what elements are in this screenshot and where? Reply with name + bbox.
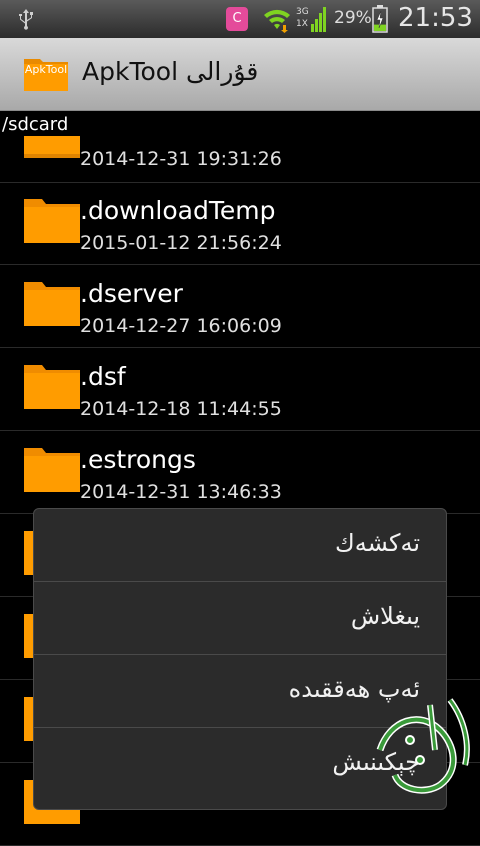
folder-icon [24, 199, 80, 243]
folder-icon [24, 448, 80, 492]
file-row[interactable]: .estrongs 2014-12-31 13:46:33 [0, 431, 480, 514]
action-bar: ApkTool ApkTool قۇرالى [0, 38, 480, 111]
file-row[interactable]: 2014-12-31 19:31:26 [0, 110, 480, 183]
battery-percent: 29% [334, 8, 372, 28]
file-date: 2014-12-27 16:06:09 [80, 315, 282, 337]
folder-icon [24, 136, 80, 158]
menu-item-sort[interactable]: تەكشەك [34, 509, 446, 582]
notification-app-icon[interactable]: C [226, 7, 248, 31]
notification-app-letter: C [232, 11, 242, 26]
battery-icon [372, 5, 388, 33]
wifi-icon [264, 9, 290, 33]
menu-item-label: يىغلاش [350, 602, 420, 630]
file-name: .downloadTemp [80, 196, 276, 225]
file-date: 2015-01-12 21:56:24 [80, 232, 282, 254]
status-bar: C 3G 1X 29% 21:53 [0, 0, 480, 38]
clock-time: 21:53 [398, 3, 473, 33]
watermark-logo [376, 698, 470, 794]
network-3g-label: 3G [296, 7, 309, 17]
menu-item-label: تەكشەك [334, 529, 420, 557]
menu-item-collapse[interactable]: يىغلاش [34, 582, 446, 655]
file-name: .dsf [80, 362, 126, 391]
current-path: /sdcard [2, 114, 69, 135]
file-date: 2014-12-18 11:44:55 [80, 398, 282, 420]
file-name: .estrongs [80, 445, 196, 474]
folder-icon [24, 282, 80, 326]
app-title: ApkTool قۇرالى [82, 57, 259, 86]
file-date: 2014-12-31 19:31:26 [80, 148, 282, 170]
file-row[interactable]: .dserver 2014-12-27 16:06:09 [0, 265, 480, 348]
file-row[interactable]: .dsf 2014-12-18 11:44:55 [0, 348, 480, 431]
file-row[interactable]: .downloadTemp 2015-01-12 21:56:24 [0, 182, 480, 265]
mobile-signal-icon: 3G 1X [296, 7, 326, 32]
file-date: 2014-12-31 13:46:33 [80, 481, 282, 503]
folder-icon [24, 365, 80, 409]
logo-text: ApkTool [24, 63, 68, 76]
file-name: .dserver [80, 279, 183, 308]
apktool-logo: ApkTool [22, 53, 70, 93]
network-1x-label: 1X [296, 19, 308, 29]
usb-icon [19, 9, 33, 30]
